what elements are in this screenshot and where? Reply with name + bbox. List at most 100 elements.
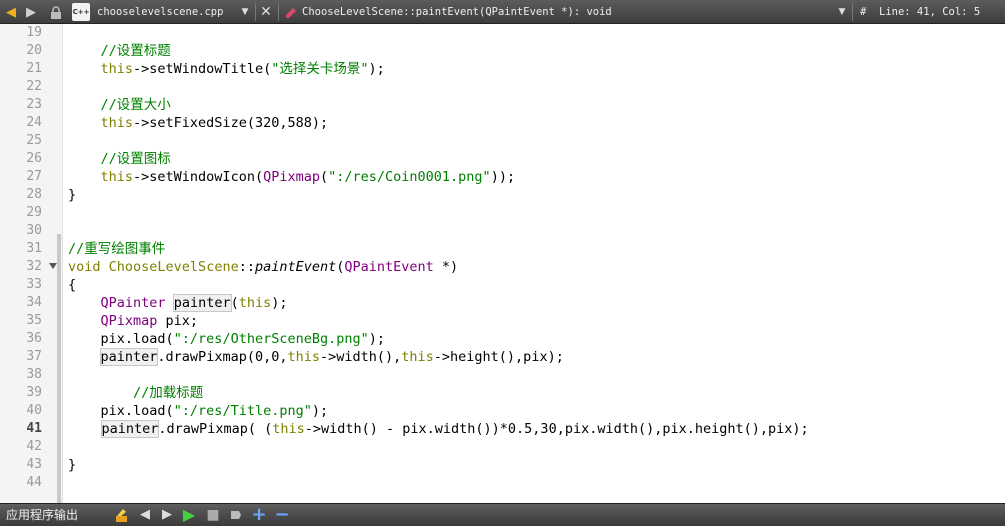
line-number: 35 [26, 313, 42, 328]
line-number: 25 [26, 133, 42, 148]
fold-arrow-icon[interactable] [49, 263, 57, 269]
code-token: :: [238, 259, 255, 275]
code-line[interactable]: } [63, 456, 1005, 474]
code-token: *) [433, 259, 459, 275]
code-line[interactable]: //设置大小 [63, 96, 1005, 114]
code-token: //设置图标 [100, 151, 171, 167]
editor-gutter: 19 20 21 22 23 24 25 26 27 28 29 30 31 32 33 34 35 36 37 38… [0, 24, 63, 503]
code-token: ->width(), [319, 349, 402, 365]
code-token: ); [271, 295, 288, 311]
code-token: QPainter [100, 295, 166, 311]
code-line[interactable]: //设置图标 [63, 150, 1005, 168]
code-line[interactable] [63, 222, 1005, 240]
code-line[interactable]: painter.drawPixmap(0,0,this->width(),thi… [63, 348, 1005, 366]
code-line[interactable]: this->setFixedSize(320,588); [63, 114, 1005, 132]
line-number: 20 [26, 43, 42, 58]
code-line[interactable]: //设置标题 [63, 42, 1005, 60]
line-number: 29 [26, 205, 42, 220]
code-token: ( [319, 169, 329, 185]
line-number: 30 [26, 223, 42, 238]
code-editor[interactable]: //设置标题 this->setWindowTitle("选择关卡场景"); /… [63, 24, 1005, 503]
previous-icon[interactable]: ◀ [137, 507, 153, 523]
arrow-right-icon[interactable]: ▶ [24, 3, 38, 21]
code-token: pix.load( [100, 403, 174, 419]
code-token: painter [99, 348, 159, 366]
code-token: { [68, 277, 77, 293]
code-token: QPixmap [263, 169, 320, 185]
file-dropdown-icon[interactable]: ▼ [238, 3, 252, 21]
code-token: void [68, 259, 101, 275]
next-icon[interactable]: ▶ [159, 507, 175, 523]
code-token: this [100, 115, 134, 131]
code-token: ( [230, 295, 239, 311]
cursor-position-label[interactable]: Line: 41, Col: 5 [879, 4, 980, 20]
lock-icon[interactable] [48, 3, 64, 21]
code-line[interactable] [63, 24, 1005, 42]
code-line[interactable] [63, 204, 1005, 222]
separator [852, 3, 853, 21]
arrow-left-icon[interactable]: ◀ [4, 3, 18, 21]
zoom-out-icon[interactable]: − [274, 506, 290, 524]
separator [278, 3, 279, 21]
code-line[interactable]: { [63, 276, 1005, 294]
close-icon[interactable]: ✕ [258, 3, 274, 21]
line-number: 28 [26, 187, 42, 202]
code-line[interactable] [63, 132, 1005, 150]
line-number: 23 [26, 97, 42, 112]
output-pane-label[interactable]: 应用程序输出 [6, 507, 78, 524]
build-icon[interactable] [114, 507, 130, 523]
line-number: 38 [26, 367, 42, 382]
code-line[interactable]: this->setWindowTitle("选择关卡场景"); [63, 60, 1005, 78]
code-line[interactable]: pix.load(":/res/Title.png"); [63, 402, 1005, 420]
line-number: 31 [26, 241, 42, 256]
code-token: this [272, 421, 305, 437]
line-number: 43 [26, 457, 42, 472]
run-icon[interactable]: ▶ [181, 507, 197, 523]
code-token: } [68, 457, 77, 473]
code-line[interactable]: QPixmap pix; [63, 312, 1005, 330]
function-selector-label[interactable]: ChooseLevelScene::paintEvent(QPaintEvent… [302, 4, 612, 20]
code-line[interactable] [63, 78, 1005, 96]
code-line[interactable]: void ChooseLevelScene::paintEvent(QPaint… [63, 258, 1005, 276]
bookmark-icon [283, 3, 299, 21]
code-line[interactable]: //重写绘图事件 [63, 240, 1005, 258]
code-line[interactable]: QPainter painter(this); [63, 294, 1005, 312]
line-numbers: 19 20 21 22 23 24 25 26 27 28 29 30 31 32 33 34 35 36 37 38… [0, 24, 42, 492]
line-number: 37 [26, 349, 42, 364]
code-token: this [401, 349, 434, 365]
line-number: 33 [26, 277, 42, 292]
code-line[interactable] [63, 366, 1005, 384]
zoom-in-icon[interactable]: + [251, 506, 267, 524]
stop-icon[interactable]: ■ [205, 507, 221, 523]
code-line[interactable]: //加载标题 [63, 384, 1005, 402]
code-token: this [287, 349, 320, 365]
attach-icon[interactable] [228, 507, 244, 523]
code-token: pix; [157, 313, 199, 329]
file-selector-label[interactable]: chooselevelscene.cpp [97, 4, 223, 20]
code-line[interactable]: pix.load(":/res/OtherSceneBg.png"); [63, 330, 1005, 348]
line-number: 26 [26, 151, 42, 166]
code-line[interactable]: } [63, 186, 1005, 204]
code-token: ); [368, 331, 386, 347]
code-token: .drawPixmap( ( [158, 421, 273, 437]
code-token: QPaintEvent [344, 259, 434, 275]
code-token: )); [490, 169, 516, 185]
line-number: 44 [26, 475, 42, 490]
code-token: this [238, 295, 272, 311]
code-token: ); [368, 61, 385, 77]
function-dropdown-icon[interactable]: ▼ [835, 3, 849, 21]
code-line[interactable] [63, 474, 1005, 492]
code-line[interactable]: painter.drawPixmap( (this->width() - pix… [63, 420, 1005, 438]
code-line[interactable]: this->setWindowIcon(QPixmap(":/res/Coin0… [63, 168, 1005, 186]
code-line[interactable] [63, 438, 1005, 456]
